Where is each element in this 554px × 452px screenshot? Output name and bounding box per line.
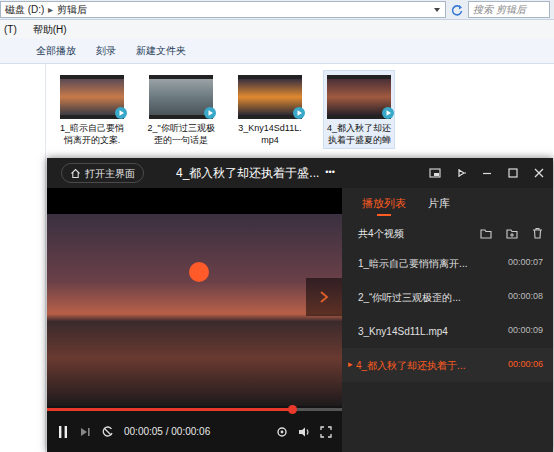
player-title: 4_都入秋了却还执着于盛... <box>176 164 319 182</box>
progress-fill <box>47 408 292 411</box>
fullscreen-icon[interactable] <box>320 426 332 438</box>
playlist-item-duration: 00:00:07 <box>508 256 543 270</box>
time-display: 00:00:05 / 00:00:06 <box>124 424 210 439</box>
playlist-panel: 播放列表 片库共4个视频 1_暗示自己要悄悄离开... 00:00:07 2_“你听过三… <box>342 188 553 452</box>
window-controls <box>429 167 545 179</box>
next-video-button[interactable] <box>306 278 342 316</box>
video-thumbnail <box>238 75 302 119</box>
menu-item[interactable]: 帮助(H) <box>33 22 67 37</box>
playlist-item[interactable]: 3_Kny14Sd11L.mp4 00:00:09 <box>342 314 553 348</box>
toolbar-button[interactable]: 刻录 <box>96 43 116 58</box>
menu-item[interactable]: (T) <box>4 22 17 37</box>
progress-knob[interactable] <box>288 405 297 414</box>
playlist-item-title: 2_“你听过三观极歪的... <box>358 290 500 305</box>
pause-icon[interactable] <box>57 425 69 439</box>
player-body: 00:00:05 / 00:00:06 播放列表 片库共4个视频 1_暗示自己要悄悄离… <box>47 188 553 452</box>
playlist-item-title: 4_都入秋了却还执着于... <box>356 358 500 373</box>
navigation-pane <box>0 64 46 452</box>
folder-icon[interactable] <box>480 228 492 239</box>
playlist-tab[interactable]: 片库 <box>428 195 450 217</box>
video-area <box>47 188 342 406</box>
file-tile[interactable]: 1_暗示自己要悄悄离开的文案. <box>56 70 128 149</box>
playing-indicator: ▸ <box>348 358 353 372</box>
volume-icon[interactable] <box>298 426 310 438</box>
toolbar-button[interactable]: 新建文件夹 <box>136 43 186 58</box>
trash-icon[interactable] <box>532 227 543 239</box>
progress-track[interactable] <box>47 408 342 411</box>
playlist-item-duration: 00:00:08 <box>508 290 543 304</box>
playlist-tabs: 播放列表 片库 <box>342 188 553 220</box>
home-label: 打开主界面 <box>85 166 135 181</box>
search-field[interactable] <box>468 1 550 18</box>
player-title-bar: 打开主界面 4_都入秋了却还执着于盛... ••• <box>47 158 553 188</box>
playlist-item[interactable]: 2_“你听过三观极歪的... 00:00:08 <box>342 280 553 314</box>
play-badge-icon <box>115 107 127 119</box>
settings-icon[interactable] <box>276 426 288 438</box>
playlist-tab[interactable]: 播放列表 <box>362 195 406 217</box>
home-icon <box>70 168 81 179</box>
file-tile[interactable]: 2_"你听过三观极歪的一句话是 <box>145 70 217 149</box>
player-window: 打开主界面 4_都入秋了却还执着于盛... ••• 00:00:05 / 00:00:… <box>47 158 553 452</box>
file-tile[interactable]: 4_都入秋了却还执着于盛夏的蝉 <box>323 70 395 149</box>
tab-label: 播放列表 <box>362 195 406 212</box>
file-name: 1_暗示自己要悄悄离开的文案. <box>58 122 126 146</box>
video-thumbnail <box>60 75 124 119</box>
maximize-icon[interactable] <box>507 167 519 179</box>
video-frame <box>47 214 342 406</box>
video-thumbnail <box>327 75 391 119</box>
more-button[interactable]: ••• <box>325 166 334 180</box>
minimize-icon[interactable] <box>481 167 493 179</box>
video-column: 00:00:05 / 00:00:06 <box>47 188 342 452</box>
toolbar-button[interactable]: 全部播放 <box>36 43 76 58</box>
refresh-icon[interactable] <box>450 3 464 17</box>
chevron-right-icon <box>318 290 330 304</box>
file-name: 2_"你听过三观极歪的一句话是 <box>147 122 215 146</box>
loop-icon[interactable] <box>101 425 114 438</box>
play-badge-icon <box>204 107 216 119</box>
playlist-item-title: 3_Kny14Sd11L.mp4 <box>358 324 500 339</box>
address-row: 磁盘 (D:) ▸ 剪辑后 <box>0 0 554 20</box>
file-tile[interactable]: 3_Kny14Sd11L.mp4 <box>234 70 306 149</box>
playback-controls: 00:00:05 / 00:00:06 <box>47 406 342 452</box>
toolbar: 全部播放 刻录 新建文件夹 <box>0 38 554 64</box>
tab-underline <box>432 214 446 216</box>
sun-shape <box>189 262 209 282</box>
play-badge-icon <box>293 107 305 119</box>
tab-label: 片库 <box>428 195 450 212</box>
breadcrumb-item: ▸ <box>48 2 53 17</box>
breadcrumb[interactable]: 磁盘 (D:) ▸ 剪辑后 <box>0 1 446 18</box>
playlist-header: 共4个视频 <box>342 220 553 246</box>
play-badge-icon <box>382 107 394 119</box>
dropdown-icon[interactable] <box>433 6 441 14</box>
playlist-item-duration: 00:00:06 <box>508 358 543 372</box>
playlist-actions <box>480 227 543 239</box>
control-row: 00:00:05 / 00:00:06 <box>47 411 342 452</box>
video-count: 共4个视频 <box>358 226 404 241</box>
add-folder-icon[interactable] <box>506 228 518 239</box>
file-name: 4_都入秋了却还执着于盛夏的蝉 <box>325 122 393 146</box>
playlist-item-duration: 00:00:09 <box>508 324 543 338</box>
file-name: 3_Kny14Sd11L.mp4 <box>236 122 304 146</box>
tab-underline <box>377 214 391 216</box>
close-icon[interactable] <box>533 167 545 179</box>
breadcrumb-item[interactable]: 磁盘 (D:) <box>5 2 44 17</box>
video-thumbnail <box>149 75 213 119</box>
breadcrumb-item[interactable]: 剪辑后 <box>57 2 87 17</box>
menu-bar: (T) 帮助(H) <box>0 20 554 38</box>
pin-icon[interactable] <box>455 167 467 179</box>
home-button[interactable]: 打开主界面 <box>61 163 144 183</box>
playlist-item-title: 1_暗示自己要悄悄离开... <box>358 256 500 271</box>
mini-mode-icon[interactable] <box>429 167 441 179</box>
playlist: 1_暗示自己要悄悄离开... 00:00:07 2_“你听过三观极歪的... 00:0… <box>342 246 553 382</box>
playlist-item[interactable]: 1_暗示自己要悄悄离开... 00:00:07 <box>342 246 553 280</box>
next-icon[interactable] <box>79 426 91 438</box>
playlist-item[interactable]: ▸4_都入秋了却还执着于... 00:00:06 <box>342 348 553 382</box>
